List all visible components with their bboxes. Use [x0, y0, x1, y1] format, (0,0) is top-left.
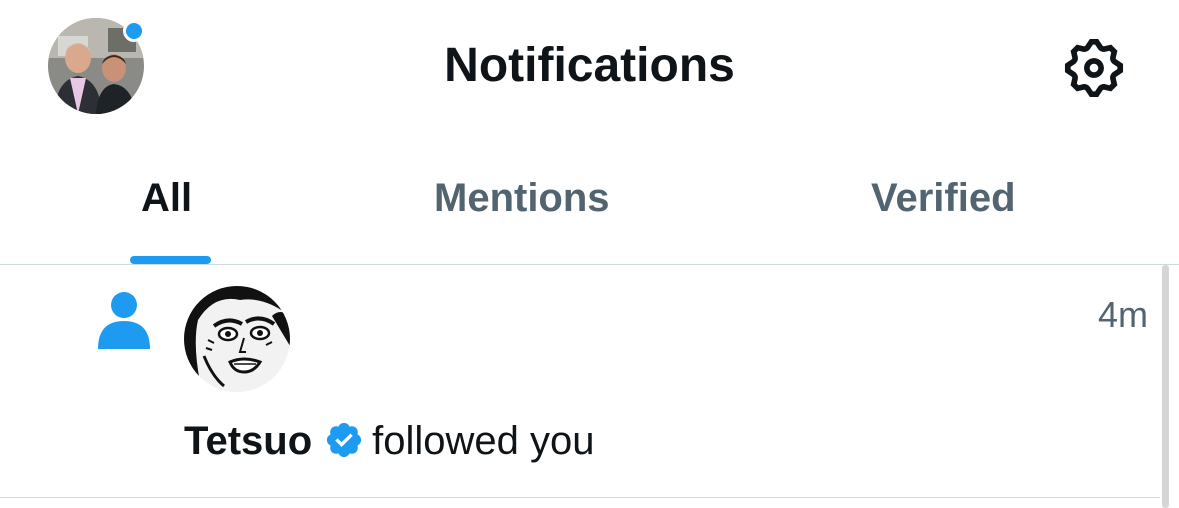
tab-all[interactable]: All — [141, 172, 192, 224]
user-name-link[interactable]: Tetsuo — [184, 419, 312, 463]
notifications-screen: Notifications All Mentions Verified 4m T… — [0, 0, 1179, 508]
gear-icon — [1064, 38, 1124, 98]
tab-mentions[interactable]: Mentions — [434, 172, 610, 224]
notification-divider — [0, 497, 1160, 498]
settings-button[interactable] — [1060, 34, 1128, 102]
verified-badge-icon — [327, 422, 362, 458]
follower-avatar[interactable] — [184, 286, 290, 392]
scrollbar[interactable] — [1162, 265, 1169, 508]
notification-item[interactable]: 4m Tetsuo followed you — [0, 265, 1160, 497]
person-icon — [98, 292, 150, 349]
tab-verified[interactable]: Verified — [871, 172, 1016, 224]
page-title: Notifications — [444, 39, 735, 92]
notification-action: followed you — [372, 419, 595, 463]
notification-timestamp: 4m — [1097, 294, 1148, 335]
notification-tabs: All Mentions Verified — [0, 148, 1179, 264]
active-tab-indicator — [130, 256, 211, 264]
notification-text: Tetsuo followed you — [184, 417, 595, 465]
